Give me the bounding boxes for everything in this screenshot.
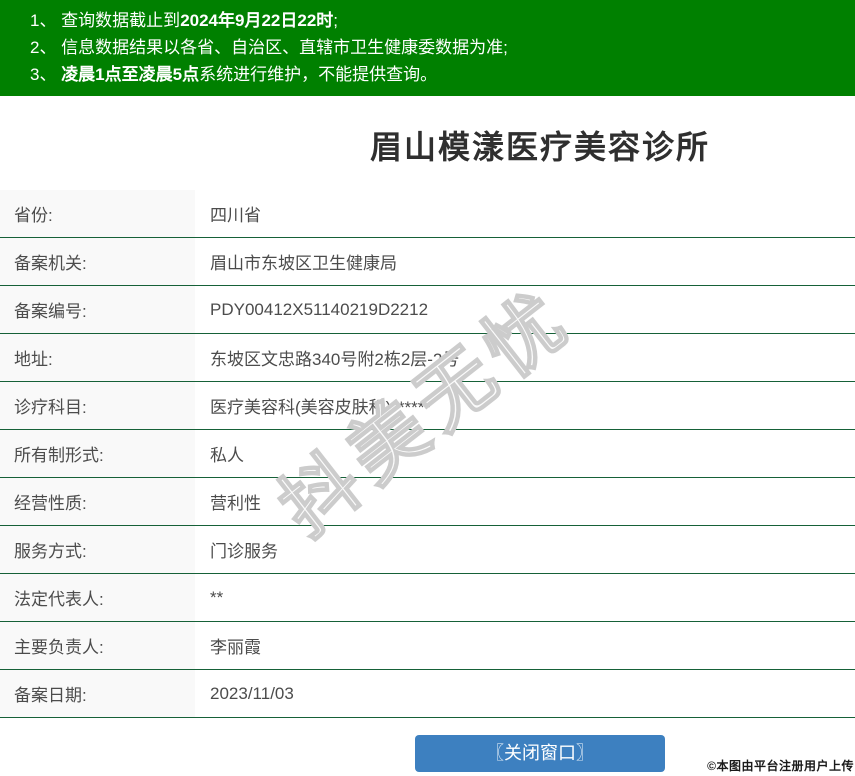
row-label: 主要负责人: (0, 622, 195, 669)
table-row-address: 地址: 东坡区文忠路340号附2栋2层-2号 (0, 334, 855, 382)
notice-line-3-text: 3、 (30, 65, 62, 84)
table-row-province: 省份: 四川省 (0, 190, 855, 238)
notice-line-1-tail: ; (333, 11, 339, 30)
table-row-person-in-charge: 主要负责人: 李丽霞 (0, 622, 855, 670)
row-value: ** (210, 587, 224, 607)
table-row-ownership: 所有制形式: 私人 (0, 430, 855, 478)
row-value: 2023/11/03 (210, 683, 294, 703)
page-title: 眉山模漾医疗美容诊所 (369, 129, 710, 165)
row-label: 备案编号: (0, 286, 195, 333)
row-value: 营利性 (210, 494, 261, 513)
notice-line-1: 1、 查询数据截止到2024年9月22日22时; (30, 7, 845, 34)
notice-bar: 1、 查询数据截止到2024年9月22日22时; 2、 信息数据结果以各省、自治… (0, 0, 855, 96)
row-label: 诊疗科目: (0, 382, 195, 429)
row-value: 门诊服务 (210, 542, 278, 561)
row-label: 省份: (0, 190, 195, 237)
table-row-business-nature: 经营性质: 营利性 (0, 478, 855, 526)
notice-line-2-text: 2、 信息数据结果以各省、自治区、直辖市卫生健康委数据为准; (30, 38, 508, 57)
row-label: 地址: (0, 334, 195, 381)
notice-line-3-tail: 系统进行维护，不能提供查询。 (199, 65, 438, 84)
row-value: 李丽霞 (210, 638, 261, 657)
notice-line-1-bold: 2024年9月22日22时 (180, 11, 334, 30)
table-row-filing-number: 备案编号: PDY00412X51140219D2212 (0, 286, 855, 334)
footer-stamp: ©本图由平台注册用户上传 (707, 759, 854, 773)
row-value: 医疗美容科(美容皮肤科)****** (210, 398, 432, 417)
notice-line-3-bold: 凌晨1点至凌晨5点 (61, 65, 200, 84)
notice-line-2: 2、 信息数据结果以各省、自治区、直辖市卫生健康委数据为准; (30, 34, 845, 61)
row-value: 四川省 (210, 206, 261, 225)
row-label: 所有制形式: (0, 430, 195, 477)
row-label: 备案机关: (0, 238, 195, 285)
row-value: 眉山市东坡区卫生健康局 (210, 254, 397, 273)
table-row-filing-date: 备案日期: 2023/11/03 (0, 670, 855, 718)
row-label: 备案日期: (0, 670, 195, 717)
row-value: PDY00412X51140219D2212 (210, 299, 429, 319)
info-table: 省份: 四川省 备案机关: 眉山市东坡区卫生健康局 备案编号: PDY00412… (0, 190, 855, 718)
row-value: 东坡区文忠路340号附2栋2层-2号 (210, 350, 460, 369)
notice-line-1-text: 1、 查询数据截止到 (30, 11, 181, 30)
row-label: 法定代表人: (0, 574, 195, 621)
notice-line-3: 3、 凌晨1点至凌晨5点系统进行维护，不能提供查询。 (30, 61, 845, 88)
close-window-button[interactable]: 〖关闭窗口〗 (415, 735, 665, 772)
row-label: 服务方式: (0, 526, 195, 573)
row-value: 私人 (210, 446, 244, 465)
table-row-service-mode: 服务方式: 门诊服务 (0, 526, 855, 574)
content-container: 眉山模漾医疗美容诊所 省份: 四川省 备案机关: 眉山市东坡区卫生健康局 备案编… (0, 129, 855, 772)
table-row-filing-authority: 备案机关: 眉山市东坡区卫生健康局 (0, 238, 855, 286)
table-row-departments: 诊疗科目: 医疗美容科(美容皮肤科)****** (0, 382, 855, 430)
row-label: 经营性质: (0, 478, 195, 525)
table-row-legal-representative: 法定代表人: ** (0, 574, 855, 622)
